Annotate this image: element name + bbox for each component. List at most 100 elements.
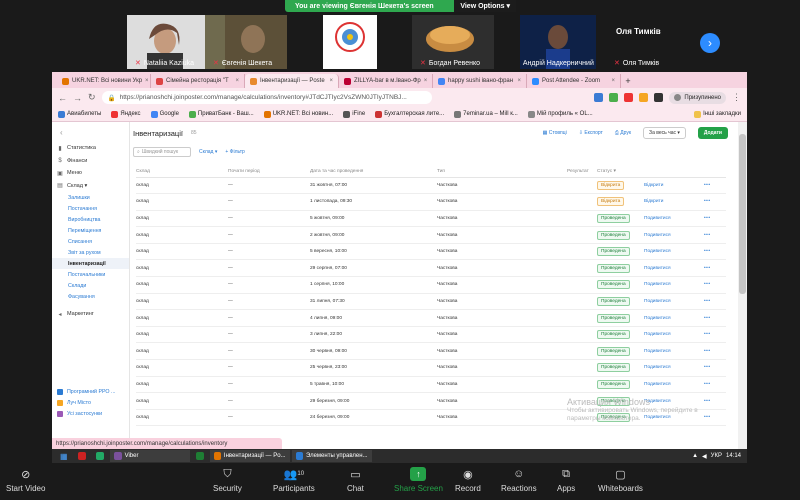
submenu-item[interactable]: Постачальники [52, 269, 129, 280]
row-action-link[interactable]: Подивитися [644, 332, 671, 337]
browser-tab[interactable]: ZILLYA-bar в м.Івано-Фр × [339, 74, 433, 88]
other-bookmarks[interactable]: Інші закладки [694, 110, 741, 118]
sidebar-item-warehouse[interactable]: ▤ Склад ▾ [52, 180, 129, 193]
view-options-button[interactable]: View Options ▾ [454, 0, 516, 12]
row-action-link[interactable]: Подивитися [644, 233, 671, 238]
new-tab-button[interactable]: + [621, 74, 635, 88]
row-action-link[interactable]: Подивитися [644, 382, 671, 387]
submenu-item[interactable]: Звіт за рухом [52, 247, 129, 258]
submenu-item[interactable]: Постачання [52, 203, 129, 214]
participant-tile[interactable]: Оля Тимків ✕ Оля Тимків [602, 15, 692, 69]
close-tab-icon[interactable]: × [235, 78, 239, 84]
scrollbar-thumb[interactable] [739, 134, 746, 294]
apps-button[interactable]: ⧉ Apps [557, 467, 575, 494]
more-options-icon[interactable]: ••• [704, 365, 711, 370]
sidebar-item-marketing[interactable]: ◂ Маркетинг [52, 308, 129, 321]
table-row[interactable]: склад —31 жовтня, 07:00 Часткова Відкрита Ві… [136, 177, 726, 195]
table-row[interactable]: склад —31 липня, 07:30 Часткова Проведена По… [136, 293, 726, 311]
browser-tab-active[interactable]: Інвентаризації — Poste × [245, 74, 339, 88]
bookmark-item[interactable]: ПриватБанк - Ваш... [188, 110, 254, 118]
taskbar-app[interactable]: Элементы управлен... [291, 450, 372, 462]
sidebar-item-finance[interactable]: $ Фінанси [52, 155, 129, 168]
more-options-icon[interactable]: ••• [704, 282, 711, 287]
sidebar-item-menu[interactable]: ▣ Меню [52, 167, 129, 180]
column-header[interactable]: Тип [437, 166, 567, 178]
clock[interactable]: 14:14 [726, 453, 741, 459]
table-row[interactable]: склад —5 травня, 10:00 Часткова Проведена По… [136, 376, 726, 394]
page-scrollbar[interactable] [738, 122, 747, 449]
record-button[interactable]: ◉ Record [455, 467, 481, 494]
table-row[interactable]: склад —25 червня, 23:00 Часткова Проведена П… [136, 359, 726, 377]
more-options-icon[interactable]: ••• [704, 183, 711, 188]
more-options-icon[interactable]: ••• [704, 332, 711, 337]
table-row[interactable]: склад —29 серпня, 07:00 Часткова Проведена П… [136, 259, 726, 278]
column-header[interactable]: Статус ▾ [597, 166, 644, 178]
table-row[interactable]: склад —30 червня, 09:00 Часткова Проведена П… [136, 342, 726, 361]
browser-tab[interactable]: UKR.NET: Всі новини Укр × [57, 74, 151, 88]
bookmark-item[interactable]: 7eminar.ua – Mill к... [454, 110, 518, 118]
app-link[interactable]: Луч Місто [52, 397, 130, 408]
row-action-link[interactable]: Подивитися [644, 316, 671, 321]
network-icon[interactable]: ▲ [692, 453, 698, 459]
participants-button[interactable]: 👥 10 Participants [273, 467, 315, 494]
close-tab-icon[interactable]: × [145, 78, 149, 84]
language-indicator[interactable]: УКР [711, 453, 722, 459]
reload-icon[interactable]: ↻ [88, 92, 96, 103]
browser-tab[interactable]: Post Attendee - Zoom × [527, 74, 621, 88]
more-options-icon[interactable]: ••• [704, 266, 711, 271]
participant-tile[interactable]: ✕Анна Павлюк [323, 15, 377, 69]
start-video-button[interactable]: ⊘ Start Video [6, 467, 45, 494]
submenu-item[interactable]: Залишки [52, 192, 129, 203]
column-header[interactable]: Склад [136, 166, 228, 178]
search-input[interactable]: ⌕ Швидкий пошук [133, 147, 191, 157]
back-icon[interactable]: ← [58, 93, 67, 103]
share-screen-button[interactable]: ↑ Share Screen [394, 467, 443, 493]
add-filter-button[interactable]: + Фільтр [225, 149, 244, 155]
warehouse-filter[interactable]: Склад ▾ [199, 149, 217, 155]
chat-button[interactable]: ▭ Chat [347, 467, 364, 494]
period-select[interactable]: За весь час ▾ [643, 127, 686, 139]
pinned-app[interactable] [74, 450, 90, 462]
more-options-icon[interactable]: ••• [704, 249, 711, 254]
more-options-icon[interactable]: ••• [704, 399, 711, 404]
row-action-link[interactable]: Подивитися [644, 299, 671, 304]
bookmark-item[interactable]: UKR.NET: Всі новин... [263, 110, 333, 118]
participant-tile[interactable]: ✕Андрій Надкерничний [520, 15, 596, 69]
bookmark-item[interactable]: Google [150, 110, 179, 118]
participant-tile[interactable]: ✕ Євгенія Шекета [205, 15, 287, 69]
bookmark-item[interactable]: Бухгалтерская лите... [375, 110, 444, 118]
security-button[interactable]: ⛉ Security [213, 467, 242, 494]
close-tab-icon[interactable]: × [329, 78, 333, 84]
row-action-link[interactable]: Подивитися [644, 216, 671, 221]
bookmark-item[interactable]: Мій профиль « OL... [527, 110, 593, 118]
print-button[interactable]: ⎙ Друк [615, 130, 631, 136]
pinned-app[interactable] [92, 450, 108, 462]
submenu-item[interactable]: Переміщення [52, 225, 129, 236]
submenu-item-current[interactable]: Інвентаризації [52, 258, 129, 269]
extension-icon[interactable] [624, 93, 634, 102]
extension-icon[interactable] [639, 93, 649, 102]
columns-button[interactable]: ▦ Стовпці [543, 130, 567, 136]
more-options-icon[interactable]: ••• [704, 382, 711, 387]
more-options-icon[interactable]: ••• [704, 299, 711, 304]
browser-tab[interactable]: Сімейна ресторація "Т × [151, 74, 245, 88]
table-row[interactable]: склад —1 серпня, 10:00 Часткова Проведена По… [136, 276, 726, 294]
profile-button[interactable]: Призупинено [669, 91, 726, 104]
table-row[interactable]: склад —5 вересня, 10:00 Часткова Проведена П… [136, 243, 726, 261]
add-button[interactable]: Додати [697, 127, 728, 139]
taskbar-app[interactable]: Viber [109, 450, 190, 462]
submenu-item[interactable]: Виробництва [52, 214, 129, 225]
table-row[interactable]: склад —3 липня, 22:00 Часткова Проведена Под… [136, 326, 726, 344]
submenu-item[interactable]: Списання [52, 236, 129, 247]
url-field[interactable]: 🔒 https://prianoshchi.joinposter.com/mana… [101, 91, 432, 104]
row-action-link[interactable]: Подивитися [644, 266, 671, 271]
export-button[interactable]: ⇩ Експорт [579, 130, 603, 136]
row-action-link[interactable]: Подивитися [644, 349, 671, 354]
more-options-icon[interactable]: ••• [704, 199, 711, 204]
close-tab-icon[interactable]: × [517, 78, 521, 84]
bookmark-item[interactable]: Яндекс [111, 110, 141, 118]
more-options-icon[interactable]: ••• [704, 349, 711, 354]
extension-icon[interactable] [609, 93, 619, 102]
row-action-link[interactable]: Подивитися [644, 365, 671, 370]
extension-icon[interactable] [594, 93, 604, 102]
